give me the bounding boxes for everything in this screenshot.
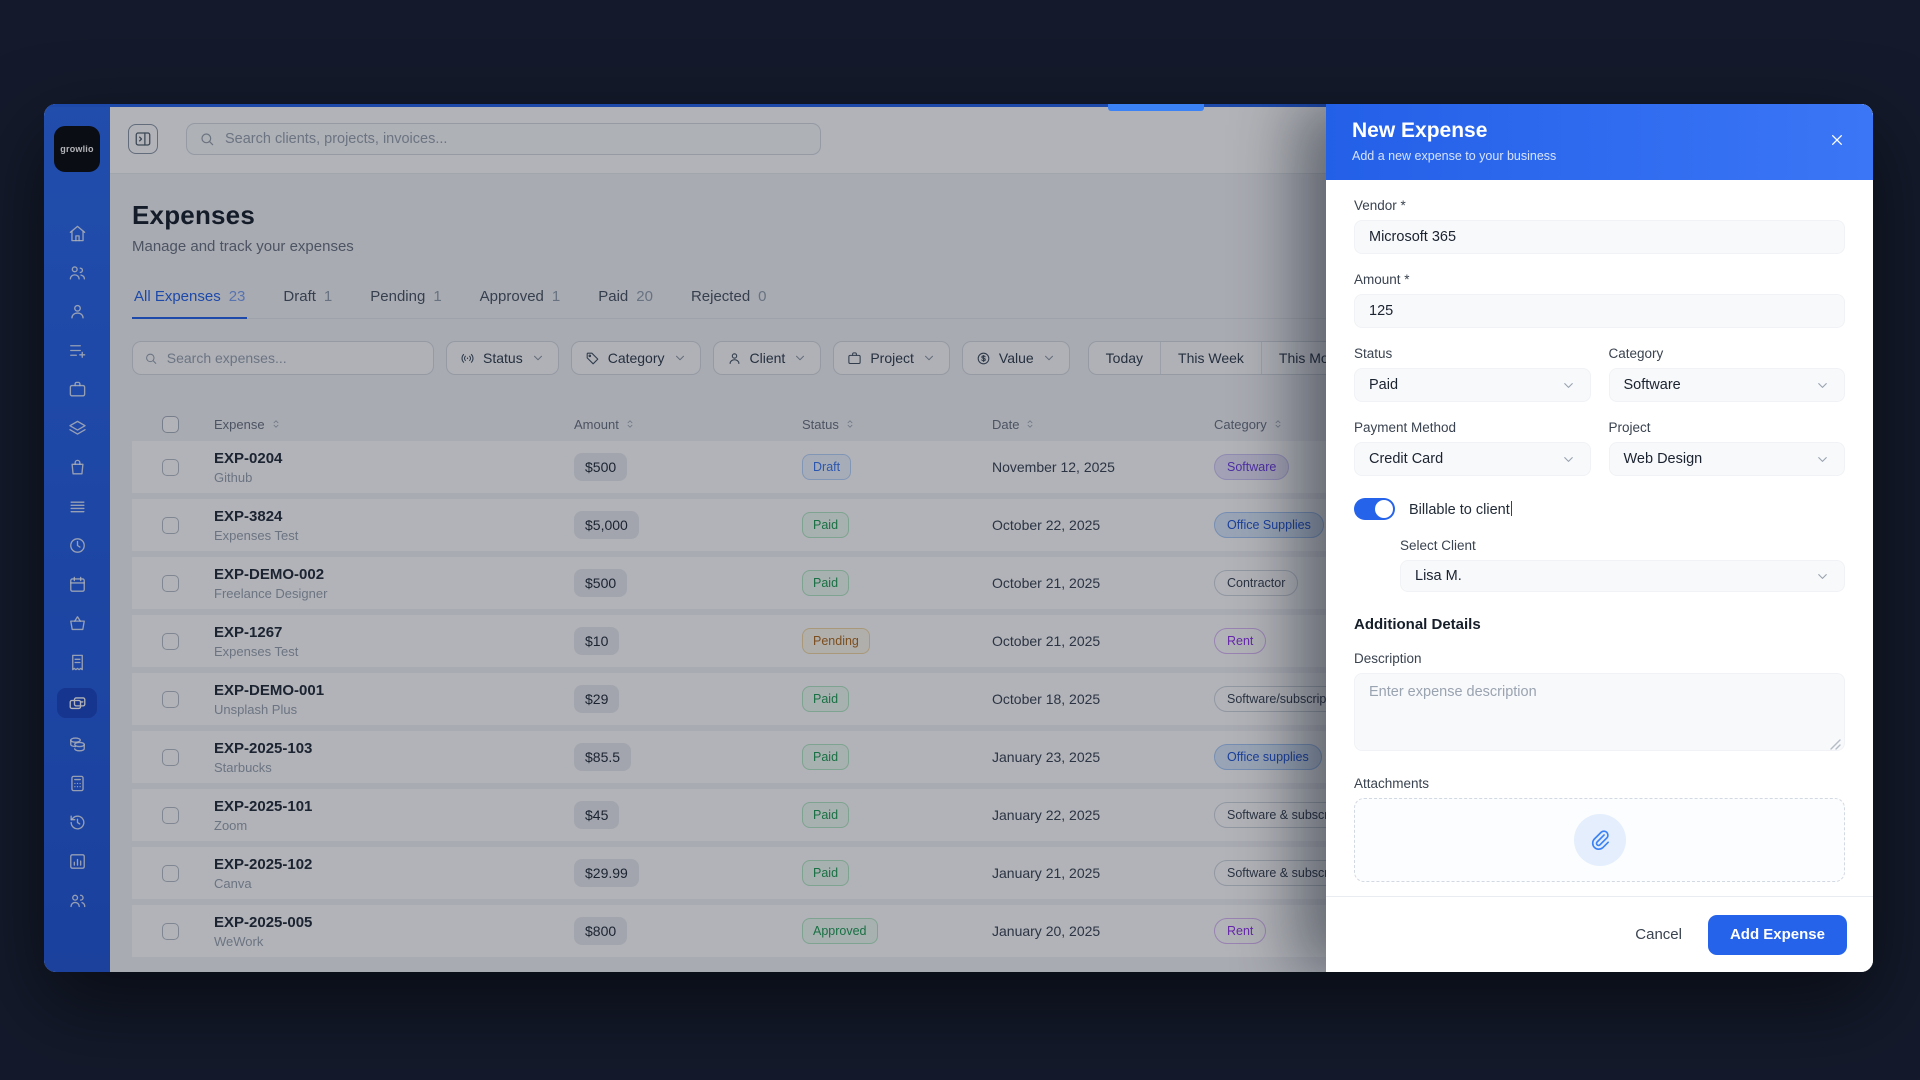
status-label: Status [1354,346,1591,361]
chevron-down-icon [1815,452,1830,467]
close-icon [1829,132,1845,148]
attachments-dropzone[interactable] [1354,798,1845,882]
modal-header: New Expense Add a new expense to your bu… [1326,104,1873,180]
status-select-value: Paid [1369,377,1398,393]
app-window: growlio Expenses Manage and track your e… [44,104,1873,972]
project-select-value: Web Design [1624,451,1703,467]
vendor-field[interactable] [1354,220,1845,254]
new-expense-modal: New Expense Add a new expense to your bu… [1326,104,1873,972]
add-expense-button[interactable]: Add Expense [1708,915,1847,955]
modal-title: New Expense [1352,119,1847,143]
modal-subtitle: Add a new expense to your business [1352,149,1847,163]
chevron-down-icon [1815,378,1830,393]
chevron-down-icon [1561,452,1576,467]
client-select[interactable]: Lisa M. [1400,560,1845,592]
category-select[interactable]: Software [1609,368,1846,402]
payment-method-select[interactable]: Credit Card [1354,442,1591,476]
project-select[interactable]: Web Design [1609,442,1846,476]
close-button[interactable] [1829,132,1849,152]
attachments-label: Attachments [1354,776,1845,791]
billable-label: Billable to client [1409,501,1512,518]
category-select-value: Software [1624,377,1681,393]
client-select-value: Lisa M. [1415,568,1462,584]
resize-handle[interactable] [1829,738,1841,750]
paperclip-icon [1589,829,1611,851]
description-field[interactable] [1354,673,1845,751]
vendor-label: Vendor * [1354,198,1845,213]
payment-method-label: Payment Method [1354,420,1591,435]
chevron-down-icon [1815,569,1830,584]
status-select[interactable]: Paid [1354,368,1591,402]
amount-field[interactable] [1354,294,1845,328]
payment-method-value: Credit Card [1369,451,1443,467]
description-label: Description [1354,651,1845,666]
amount-label: Amount * [1354,272,1845,287]
select-client-label: Select Client [1400,538,1845,553]
text-cursor [1511,501,1513,516]
chevron-down-icon [1561,378,1576,393]
billable-toggle[interactable] [1354,498,1395,520]
project-label: Project [1609,420,1846,435]
attachment-icon-circle [1574,814,1626,866]
modal-footer: Cancel Add Expense [1326,896,1873,972]
category-label: Category [1609,346,1846,361]
window-accent-segment [1108,104,1204,111]
cancel-button[interactable]: Cancel [1635,926,1682,943]
modal-body: Vendor * Amount * Status Paid Category [1326,180,1873,896]
additional-details-heading: Additional Details [1354,616,1845,633]
